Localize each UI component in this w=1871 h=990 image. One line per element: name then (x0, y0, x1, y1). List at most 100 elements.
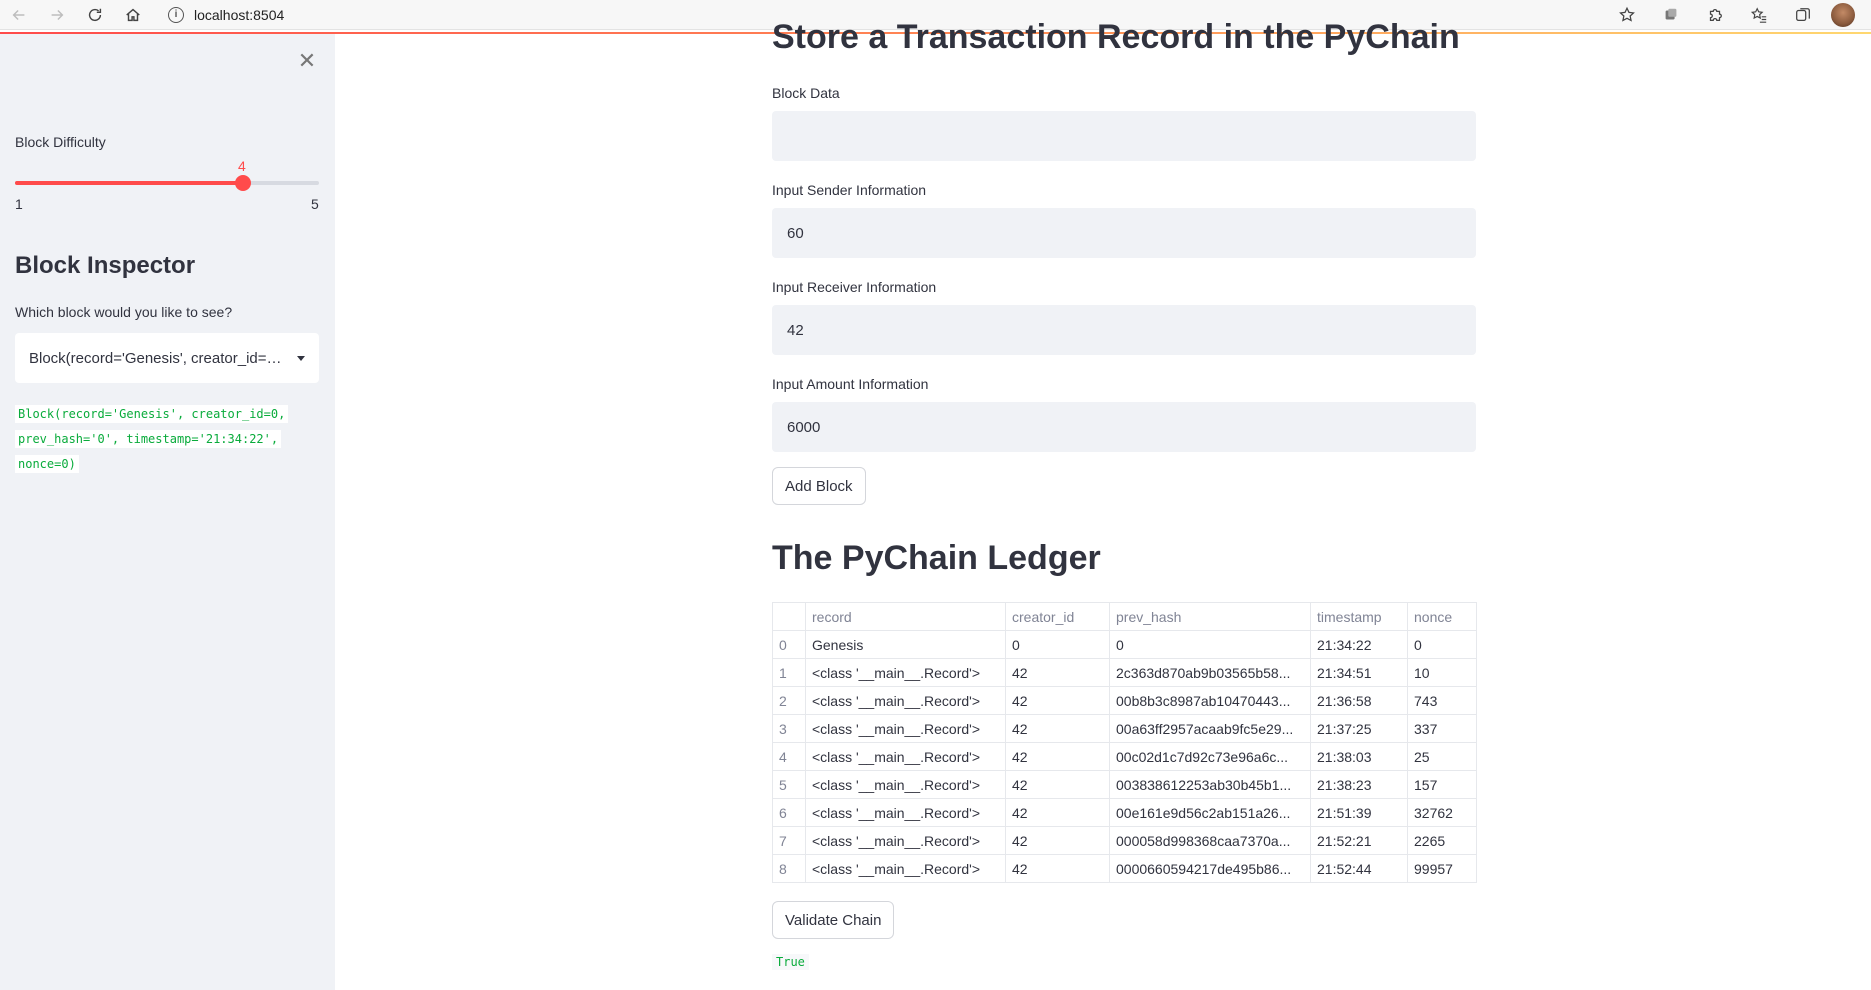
url-text: localhost:8504 (194, 6, 285, 23)
table-cell[interactable]: 32762 (1407, 798, 1477, 827)
table-cell[interactable]: 003838612253ab30b45b1... (1109, 770, 1311, 799)
table-cell[interactable]: 42 (1005, 742, 1110, 771)
favorites-icon[interactable] (1737, 0, 1781, 30)
table-cell[interactable]: <class '__main__.Record'> (805, 658, 1006, 687)
reload-icon[interactable] (76, 0, 114, 30)
slider-fill (15, 181, 243, 185)
table-cell[interactable]: 25 (1407, 742, 1477, 771)
table-cell[interactable]: 21:38:23 (1310, 770, 1408, 799)
add-block-button[interactable]: Add Block (772, 467, 866, 505)
table-row: 7 <class '__main__.Record'> 42 000058d99836… (772, 826, 1477, 855)
table-cell[interactable]: 5 (772, 770, 806, 799)
table-cell[interactable]: 743 (1407, 686, 1477, 715)
table-cell[interactable]: 10 (1407, 658, 1477, 687)
table-cell[interactable]: 42 (1005, 798, 1110, 827)
table-cell[interactable]: 42 (1005, 770, 1110, 799)
extensions-puzzle-icon[interactable] (1693, 0, 1737, 30)
table-cell[interactable]: 0 (1005, 630, 1110, 659)
table-cell[interactable]: <class '__main__.Record'> (805, 798, 1006, 827)
table-cell[interactable]: 157 (1407, 770, 1477, 799)
table-cell[interactable]: 42 (1005, 826, 1110, 855)
table-cell[interactable]: 6 (772, 798, 806, 827)
table-header-row: record creator_id prev_hash timestamp no… (772, 602, 1477, 631)
column-header[interactable]: nonce (1407, 602, 1477, 631)
table-row: 0 Genesis 0 0 21:34:22 0 (772, 630, 1477, 659)
validate-chain-button[interactable]: Validate Chain (772, 901, 895, 939)
back-arrow-icon[interactable] (0, 0, 38, 30)
ledger-heading: The PyChain Ledger (772, 539, 1101, 577)
block-code-output: Block(record='Genesis', creator_id=0, pr… (15, 402, 315, 477)
table-cell[interactable]: <class '__main__.Record'> (805, 686, 1006, 715)
favorite-add-icon[interactable] (1605, 0, 1649, 30)
sidebar: ✕ Block Difficulty 4 1 5 Block Inspector… (0, 34, 335, 990)
table-cell[interactable]: 8 (772, 854, 806, 883)
column-header[interactable]: creator_id (1005, 602, 1110, 631)
slider-thumb[interactable] (235, 175, 251, 191)
table-cell[interactable]: <class '__main__.Record'> (805, 854, 1006, 883)
table-cell[interactable]: 21:52:44 (1310, 854, 1408, 883)
table-cell[interactable]: <class '__main__.Record'> (805, 742, 1006, 771)
chevron-down-icon (297, 355, 305, 361)
table-cell[interactable]: 21:34:22 (1310, 630, 1408, 659)
table-cell[interactable]: 00e161e9d56c2ab151a26... (1109, 798, 1311, 827)
table-cell[interactable]: <class '__main__.Record'> (805, 714, 1006, 743)
table-cell[interactable]: 00a63ff2957acaab9fc5e29... (1109, 714, 1311, 743)
block-select-label: Which block would you like to see? (15, 304, 233, 320)
column-header[interactable] (772, 602, 806, 631)
collections-icon[interactable] (1781, 0, 1825, 30)
table-cell[interactable]: 1 (772, 658, 806, 687)
block-difficulty-slider[interactable] (15, 175, 319, 191)
block-select[interactable]: Block(record='Genesis', creator_id=0, pr… (15, 333, 319, 383)
table-cell[interactable]: 2c363d870ab9b03565b58... (1109, 658, 1311, 687)
sender-input[interactable] (772, 208, 1476, 258)
table-cell[interactable]: 0000660594217de495b86... (1109, 854, 1311, 883)
table-row: 2 <class '__main__.Record'> 42 00b8b3c8987a… (772, 686, 1477, 715)
table-cell[interactable]: 99957 (1407, 854, 1477, 883)
table-cell[interactable]: 2 (772, 686, 806, 715)
table-cell[interactable]: 00b8b3c8987ab10470443... (1109, 686, 1311, 715)
column-header[interactable]: record (805, 602, 1006, 631)
table-cell[interactable]: 3 (772, 714, 806, 743)
table-cell[interactable]: <class '__main__.Record'> (805, 826, 1006, 855)
table-cell[interactable]: 42 (1005, 658, 1110, 687)
receiver-input[interactable] (772, 305, 1476, 355)
table-cell[interactable]: 00c02d1c7d92c73e96a6c... (1109, 742, 1311, 771)
table-row: 3 <class '__main__.Record'> 42 00a63ff2957a… (772, 714, 1477, 743)
code-line: prev_hash='0', timestamp='21:34:22', (15, 427, 315, 452)
column-header[interactable]: timestamp (1310, 602, 1408, 631)
extension-cube-icon[interactable] (1649, 0, 1693, 30)
table-cell[interactable]: 42 (1005, 714, 1110, 743)
table-cell[interactable]: 4 (772, 742, 806, 771)
amount-input[interactable] (772, 402, 1476, 452)
table-cell[interactable]: 21:38:03 (1310, 742, 1408, 771)
profile-avatar[interactable] (1831, 2, 1855, 27)
table-cell[interactable]: 2265 (1407, 826, 1477, 855)
column-header[interactable]: prev_hash (1109, 602, 1311, 631)
table-cell[interactable]: 42 (1005, 854, 1110, 883)
store-record-heading: Store a Transaction Record in the PyChai… (772, 18, 1460, 56)
table-cell[interactable]: <class '__main__.Record'> (805, 770, 1006, 799)
info-icon[interactable]: i (168, 6, 184, 23)
slider-current-value: 4 (238, 158, 246, 174)
table-cell[interactable]: 42 (1005, 686, 1110, 715)
table-cell[interactable]: 21:36:58 (1310, 686, 1408, 715)
table-cell[interactable]: 21:52:21 (1310, 826, 1408, 855)
table-cell[interactable]: 0 (772, 630, 806, 659)
receiver-label: Input Receiver Information (772, 279, 937, 295)
table-cell[interactable]: 0 (1407, 630, 1477, 659)
table-cell[interactable]: 21:51:39 (1310, 798, 1408, 827)
table-cell[interactable]: 337 (1407, 714, 1477, 743)
table-row: 4 <class '__main__.Record'> 42 00c02d1c7d92… (772, 742, 1477, 771)
table-cell[interactable]: Genesis (805, 630, 1006, 659)
block-inspector-heading: Block Inspector (15, 252, 196, 279)
table-cell[interactable]: 21:37:25 (1310, 714, 1408, 743)
block-data-input[interactable] (772, 111, 1476, 161)
close-icon[interactable]: ✕ (296, 50, 318, 72)
table-cell[interactable]: 0 (1109, 630, 1311, 659)
table-cell[interactable]: 21:34:51 (1310, 658, 1408, 687)
table-cell[interactable]: 7 (772, 826, 806, 855)
table-row: 1 <class '__main__.Record'> 42 2c363d870ab9… (772, 658, 1477, 687)
forward-arrow-icon[interactable] (38, 0, 76, 30)
home-icon[interactable] (114, 0, 152, 30)
table-cell[interactable]: 000058d998368caa7370a... (1109, 826, 1311, 855)
